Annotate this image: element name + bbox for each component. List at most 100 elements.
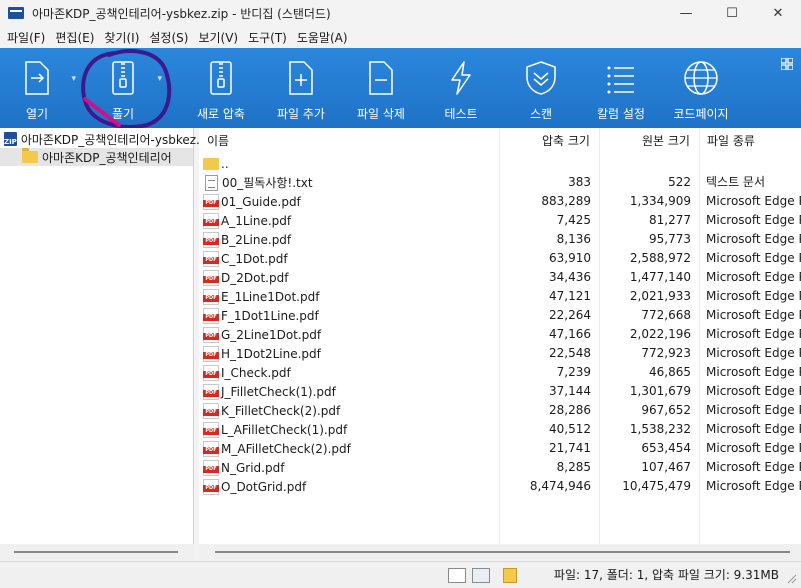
file-row[interactable]: K_FilletCheck(2).pdf 28,286 967,652 Microso… [199, 401, 801, 420]
details-view-icon[interactable] [448, 568, 466, 583]
add-file-icon [289, 61, 313, 95]
file-name: I_Check.pdf [221, 365, 291, 380]
file-name-cell: B_2Line.pdf [203, 230, 291, 249]
delete-file-icon [369, 61, 393, 95]
file-row[interactable]: 00_필독사항!.txt 383 522 텍스트 문서 [199, 173, 801, 192]
status-bar: 파일: 17, 폴더: 1, 압축 파일 크기: 9.31MB [0, 561, 801, 588]
list-horizontal-scrollbar[interactable] [199, 544, 801, 560]
tree-item-archive-root[interactable]: ZIP 아마존KDP_공책인테리어-ysbkez.zip [0, 130, 217, 148]
tree-item-label: 아마존KDP_공책인테리어 [42, 150, 172, 165]
pdf-file-icon [203, 250, 219, 267]
file-row[interactable]: J_FilletCheck(1).pdf 37,144 1,301,679 Micro… [199, 382, 801, 401]
file-row[interactable]: B_2Line.pdf 8,136 95,773 Microsoft Edge PDF [199, 230, 801, 249]
compressed-size: 47,121 [549, 289, 591, 303]
file-name: N_Grid.pdf [221, 460, 285, 475]
file-name: F_1Dot1Line.pdf [221, 308, 319, 323]
file-row[interactable]: 01_Guide.pdf 883,289 1,334,909 Microsoft Ed… [199, 192, 801, 211]
file-name-cell: C_1Dot.pdf [203, 249, 288, 268]
pdf-file-icon [203, 212, 219, 229]
codepage-label: 코드페이지 [673, 107, 729, 121]
menu-edit[interactable]: 편집(E) [50, 29, 99, 46]
file-name-cell: G_2Line1Dot.pdf [203, 325, 321, 344]
file-name: 01_Guide.pdf [221, 194, 301, 209]
menu-view[interactable]: 보기(V) [193, 29, 243, 46]
compressed-size: 22,548 [549, 346, 591, 360]
file-name-cell: A_1Line.pdf [203, 211, 291, 230]
file-row[interactable]: D_2Dot.pdf 34,436 1,477,140 Microsoft Edge … [199, 268, 801, 287]
menu-help[interactable]: 도움말(A) [292, 29, 353, 46]
original-size: 1,477,140 [629, 270, 691, 284]
column-header-compressed-size[interactable]: 압축 크기 [542, 128, 590, 152]
file-type: Microsoft Edge PDF [706, 460, 801, 474]
file-row[interactable]: F_1Dot1Line.pdf 22,264 772,668 Microsoft Ed… [199, 306, 801, 325]
column-header-name[interactable]: 이름 [207, 128, 229, 152]
file-row[interactable]: C_1Dot.pdf 63,910 2,588,972 Microsoft Edge … [199, 249, 801, 268]
compressed-size: 8,474,946 [529, 479, 591, 493]
file-type: Microsoft Edge PDF [706, 365, 801, 379]
column-header-file-type[interactable]: 파일 종류 [707, 128, 755, 152]
parent-folder-icon [203, 157, 219, 170]
pdf-file-icon [203, 269, 219, 286]
file-name-cell: L_AFilletCheck(1).pdf [203, 420, 347, 439]
tree-horizontal-scrollbar[interactable] [0, 544, 194, 560]
new-archive-button[interactable]: 새로 압축 [184, 48, 258, 128]
file-row[interactable]: E_1Line1Dot.pdf 47,121 2,021,933 Microsoft … [199, 287, 801, 306]
file-type: Microsoft Edge PDF [706, 251, 801, 265]
extract-button[interactable]: 풀기 ▾ [86, 48, 162, 128]
menu-file[interactable]: 파일(F) [2, 29, 50, 46]
test-button[interactable]: 테스트 [424, 48, 498, 128]
file-type: Microsoft Edge PDF [706, 441, 801, 455]
tree-item-label: 아마존KDP_공책인테리어-ysbkez.zip [20, 132, 218, 147]
archive-tree-panel: ZIP 아마존KDP_공책인테리어-ysbkez.zip 아마존KDP_공책인테… [0, 128, 217, 560]
file-type: Microsoft Edge PDF [706, 327, 801, 341]
file-row[interactable]: O_DotGrid.pdf 8,474,946 10,475,479 Microsof… [199, 477, 801, 496]
file-type: Microsoft Edge PDF [706, 479, 801, 493]
file-name-cell: K_FilletCheck(2).pdf [203, 401, 340, 420]
close-button[interactable]: ✕ [755, 0, 801, 26]
open-dropdown-icon[interactable]: ▾ [71, 74, 76, 84]
maximize-button[interactable]: ☐ [709, 0, 755, 26]
file-row[interactable]: H_1Dot2Line.pdf 22,548 772,923 Microsoft Ed… [199, 344, 801, 363]
add-file-button[interactable]: 파일 추가 [264, 48, 338, 128]
menu-settings[interactable]: 설정(S) [144, 29, 193, 46]
file-type: Microsoft Edge PDF [706, 270, 801, 284]
file-type: Microsoft Edge PDF [706, 422, 801, 436]
file-row[interactable]: M_AFilletCheck(2).pdf 21,741 653,454 Micros… [199, 439, 801, 458]
delete-file-button[interactable]: 파일 삭제 [344, 48, 418, 128]
scan-button[interactable]: 스캔 [504, 48, 578, 128]
original-size: 81,277 [649, 213, 691, 227]
file-row[interactable]: A_1Line.pdf 7,425 81,277 Microsoft Edge PDF [199, 211, 801, 230]
file-name-cell: M_AFilletCheck(2).pdf [203, 439, 351, 458]
thumbnail-view-icon[interactable] [472, 568, 490, 583]
file-row[interactable]: L_AFilletCheck(1).pdf 40,512 1,538,232 Micr… [199, 420, 801, 439]
list-item-parent-folder[interactable]: .. [199, 154, 801, 173]
column-settings-button[interactable]: 칼럼 설정 [584, 48, 658, 128]
zip-archive-icon: ZIP [4, 132, 17, 146]
codepage-button[interactable]: 코드페이지 [664, 48, 738, 128]
file-row[interactable]: G_2Line1Dot.pdf 47,166 2,022,196 Microsoft … [199, 325, 801, 344]
pdf-file-icon [203, 402, 219, 419]
column-header-original-size[interactable]: 원본 크기 [642, 128, 690, 152]
pdf-file-icon [203, 421, 219, 438]
bandizip-app-icon [8, 7, 24, 19]
compressed-size: 28,286 [549, 403, 591, 417]
file-type: Microsoft Edge PDF [706, 232, 801, 246]
minimize-button[interactable]: — [663, 0, 709, 26]
extract-dropdown-icon[interactable]: ▾ [157, 74, 162, 84]
test-label: 테스트 [444, 107, 478, 121]
menu-bar: 파일(F) 편집(E) 찾기(I) 설정(S) 보기(V) 도구(T) 도움말(… [0, 26, 801, 48]
menu-find[interactable]: 찾기(I) [99, 29, 144, 46]
column-settings-label: 칼럼 설정 [597, 107, 645, 121]
open-button[interactable]: 열기 ▾ [0, 48, 76, 128]
file-row[interactable]: I_Check.pdf 7,239 46,865 Microsoft Edge PDF [199, 363, 801, 382]
compressed-size: 7,425 [556, 213, 591, 227]
resize-grip-icon[interactable] [787, 574, 797, 584]
layout-grid-icon[interactable] [781, 58, 793, 70]
shield-icon [526, 61, 556, 95]
file-row[interactable]: N_Grid.pdf 8,285 107,467 Microsoft Edge PDF [199, 458, 801, 477]
menu-tools[interactable]: 도구(T) [243, 29, 292, 46]
original-size: 772,923 [641, 346, 691, 360]
compressed-size: 7,239 [556, 365, 591, 379]
tree-item-folder[interactable]: 아마존KDP_공책인테리어 [0, 148, 193, 166]
original-size: 46,865 [649, 365, 691, 379]
